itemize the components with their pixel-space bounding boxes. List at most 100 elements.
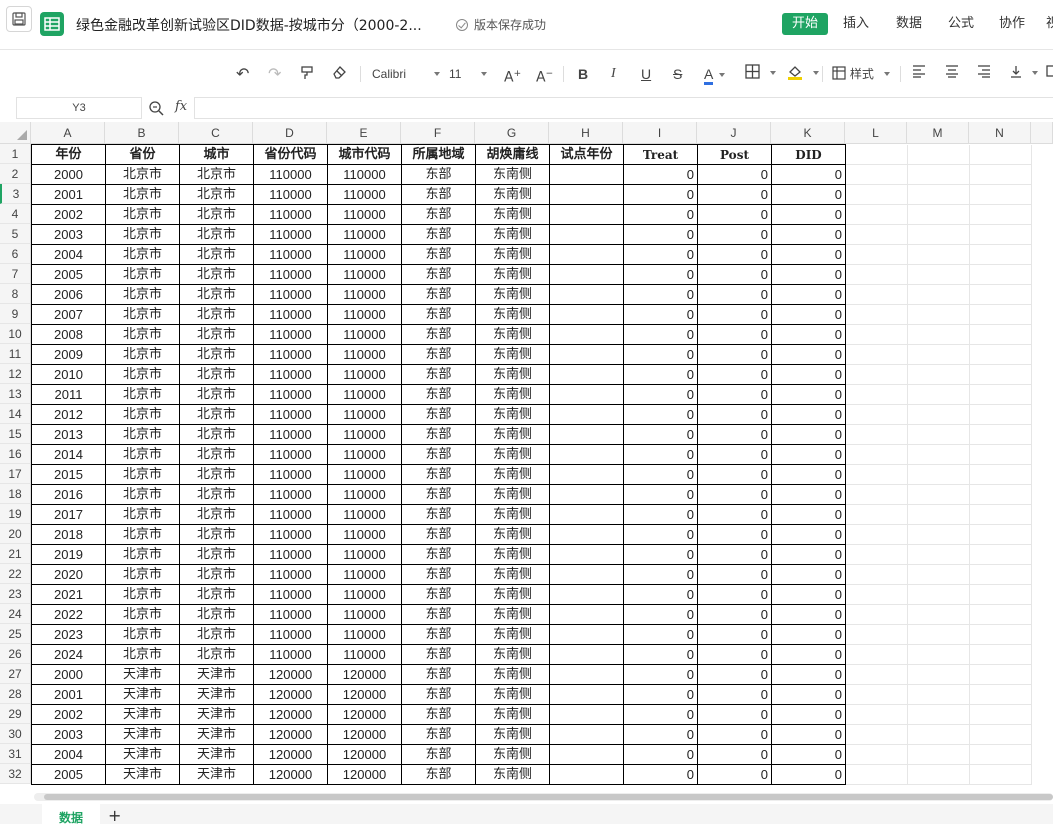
data-cell[interactable]: 0 [697,304,772,325]
data-cell[interactable]: 北京市 [179,464,254,485]
data-cell[interactable]: 东南侧 [475,384,550,405]
data-cell[interactable]: 0 [771,744,846,765]
data-cell[interactable]: 0 [697,684,772,705]
data-cell[interactable]: 120000 [327,724,402,745]
name-box[interactable]: Y3 [16,97,142,119]
align-right-icon[interactable] [977,64,991,84]
empty-cell[interactable] [907,204,970,225]
row-header-18[interactable]: 18 [0,484,31,504]
data-cell[interactable]: 0 [623,384,698,405]
data-cell[interactable]: 东部 [401,244,476,265]
data-cell[interactable]: 0 [771,764,846,785]
data-cell[interactable]: 0 [771,244,846,265]
data-cell[interactable]: 北京市 [105,504,180,525]
data-cell[interactable] [549,544,624,565]
data-cell[interactable]: 2006 [31,284,106,305]
data-cell[interactable]: 110000 [253,204,328,225]
empty-cell[interactable] [907,464,970,485]
data-cell[interactable]: 110000 [253,244,328,265]
data-cell[interactable]: 北京市 [105,584,180,605]
data-cell[interactable]: 东部 [401,284,476,305]
data-cell[interactable]: 北京市 [105,404,180,425]
empty-cell[interactable] [969,664,1032,685]
empty-cell[interactable] [907,144,970,165]
data-cell[interactable]: 东部 [401,404,476,425]
row-header-24[interactable]: 24 [0,604,31,624]
data-cell[interactable]: 东南侧 [475,264,550,285]
empty-cell[interactable] [845,704,908,725]
empty-cell[interactable] [845,384,908,405]
data-cell[interactable]: 110000 [327,564,402,585]
data-cell[interactable]: 110000 [253,504,328,525]
data-cell[interactable]: 2012 [31,404,106,425]
data-cell[interactable]: 0 [771,644,846,665]
empty-cell[interactable] [907,644,970,665]
data-cell[interactable]: 东南侧 [475,344,550,365]
data-cell[interactable]: 0 [697,264,772,285]
data-cell[interactable]: 0 [623,164,698,185]
row-header-14[interactable]: 14 [0,404,31,424]
data-cell[interactable]: 北京市 [179,204,254,225]
data-cell[interactable] [549,564,624,585]
data-cell[interactable]: 2018 [31,524,106,545]
data-cell[interactable]: 北京市 [105,264,180,285]
data-cell[interactable]: 0 [771,444,846,465]
column-header-k[interactable]: K [771,122,845,144]
empty-cell[interactable] [845,744,908,765]
data-cell[interactable]: 0 [623,184,698,205]
data-cell[interactable]: 110000 [327,204,402,225]
data-cell[interactable]: 110000 [253,384,328,405]
header-cell[interactable]: 城市代码 [327,144,402,165]
empty-cell[interactable] [969,704,1032,725]
font-color-icon[interactable]: A [704,64,725,85]
data-cell[interactable]: 0 [697,524,772,545]
data-cell[interactable]: 北京市 [179,564,254,585]
data-cell[interactable]: 0 [771,264,846,285]
data-cell[interactable]: 0 [771,544,846,565]
data-cell[interactable]: 东部 [401,584,476,605]
data-cell[interactable]: 120000 [253,704,328,725]
data-cell[interactable]: 东南侧 [475,324,550,345]
data-cell[interactable]: 东南侧 [475,644,550,665]
empty-cell[interactable] [907,364,970,385]
data-cell[interactable]: 东部 [401,524,476,545]
row-header-13[interactable]: 13 [0,384,31,404]
empty-cell[interactable] [845,464,908,485]
data-cell[interactable]: 北京市 [105,284,180,305]
data-cell[interactable]: 北京市 [179,284,254,305]
data-cell[interactable] [549,584,624,605]
data-cell[interactable]: 0 [697,464,772,485]
column-header-g[interactable]: G [475,122,549,144]
row-header-3[interactable]: 3 [0,184,31,204]
data-cell[interactable] [549,644,624,665]
data-cell[interactable]: 东部 [401,664,476,685]
empty-cell[interactable] [969,444,1032,465]
empty-cell[interactable] [845,184,908,205]
data-cell[interactable]: 2011 [31,384,106,405]
data-cell[interactable] [549,204,624,225]
column-header-d[interactable]: D [253,122,327,144]
data-cell[interactable]: 0 [771,384,846,405]
data-cell[interactable]: 北京市 [105,604,180,625]
data-cell[interactable]: 北京市 [179,524,254,545]
data-cell[interactable]: 北京市 [179,384,254,405]
data-cell[interactable]: 2010 [31,364,106,385]
data-cell[interactable] [549,744,624,765]
data-cell[interactable]: 0 [771,624,846,645]
data-cell[interactable]: 2002 [31,204,106,225]
data-cell[interactable]: 2013 [31,424,106,445]
data-cell[interactable]: 2008 [31,324,106,345]
data-cell[interactable]: 110000 [253,584,328,605]
data-cell[interactable]: 北京市 [105,304,180,325]
empty-cell[interactable] [907,184,970,205]
data-cell[interactable]: 东南侧 [475,504,550,525]
fill-color-icon[interactable] [787,64,819,84]
data-cell[interactable]: 东南侧 [475,524,550,545]
data-cell[interactable]: 北京市 [179,584,254,605]
header-cell[interactable]: DID [771,144,846,165]
data-cell[interactable]: 110000 [253,604,328,625]
empty-cell[interactable] [969,764,1032,785]
data-cell[interactable]: 0 [697,704,772,725]
data-cell[interactable]: 东部 [401,184,476,205]
column-header-i[interactable]: I [623,122,697,144]
